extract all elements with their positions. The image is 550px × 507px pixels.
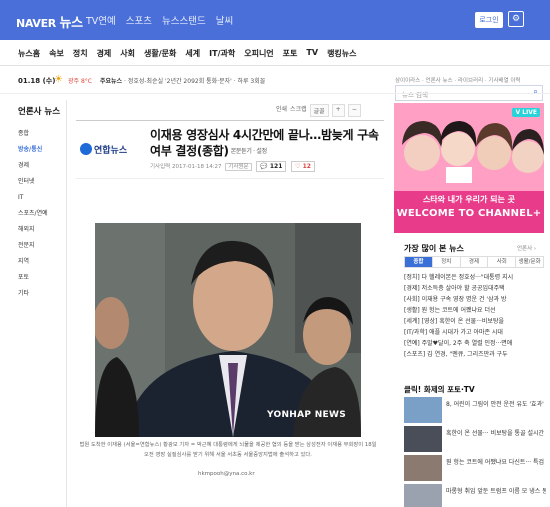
vlive-badge: V LIVE bbox=[512, 108, 540, 117]
nav-weather[interactable]: 날씨 bbox=[216, 13, 233, 27]
list-item[interactable]: [생활] 뭔 헝는 코트에 어쨌냐요 더선 bbox=[404, 305, 546, 316]
page: NAVER 뉴스 TV연예 스포츠 뉴스스탠드 날씨 로그인 ⚙ 뉴스홈 속보 … bbox=[0, 0, 550, 507]
sidebar-item[interactable]: 전문지 bbox=[18, 238, 66, 254]
original-link[interactable]: 기사원문 bbox=[225, 163, 252, 171]
nav-tv[interactable]: TV연예 bbox=[86, 13, 116, 27]
photo-item[interactable]: 마롱형 취임 앞둔 트럼프 이름 모 냉스 동장···'공범꺼리' 특강 bbox=[404, 484, 546, 507]
sidebar-item[interactable]: 해외지 bbox=[18, 222, 66, 238]
cat-it[interactable]: IT/과학 bbox=[209, 48, 235, 59]
cat-life[interactable]: 생활/문화 bbox=[144, 48, 176, 59]
press-link[interactable]: 언론사 › bbox=[517, 244, 536, 252]
category-bar: 뉴스홈 속보 정치 경제 사회 생활/문화 세계 IT/과학 오피니언 포토 T… bbox=[0, 40, 550, 101]
print-button[interactable]: 인쇄 bbox=[276, 104, 287, 117]
ticker-date: 01.18 (수) bbox=[18, 77, 56, 85]
headline[interactable]: 주요뉴스 · 정호성-최순실 '2년간 2092회 통화·문자' · 하루 3회… bbox=[100, 76, 265, 85]
tab-economy[interactable]: 경제 bbox=[461, 257, 489, 267]
sidebar-item[interactable]: 기타 bbox=[18, 286, 66, 302]
ticker-links[interactable]: 삼이이라스 · 언론사 뉴스 · 라이브러리 · 기사배열 이력 bbox=[395, 76, 521, 84]
list-item[interactable]: [연예] 주말♥달이, 2주 축 열렬 인정···면애 bbox=[404, 338, 546, 349]
most-viewed-list: [정치] 다 헬레이본은 정호성···"대통령 지시 [경제] 저소득층 살아야… bbox=[404, 272, 546, 360]
divider bbox=[76, 178, 384, 179]
sidebar-item[interactable]: IT bbox=[18, 190, 66, 206]
cat-society[interactable]: 사회 bbox=[120, 48, 135, 59]
tab-life[interactable]: 생활/문화 bbox=[516, 257, 543, 267]
article-tools: 인쇄 스크랩 글꼴 + − bbox=[276, 104, 361, 117]
font-increase-button[interactable]: + bbox=[331, 104, 345, 117]
photo-item-title: 마롱형 취임 앞둔 트럼프 이름 모 냉스 동장···'공범꺼리' 특강 bbox=[446, 488, 546, 495]
sidebar-item[interactable]: 포토 bbox=[18, 270, 66, 286]
article-photo bbox=[95, 223, 361, 437]
scrap-button[interactable]: 스크랩 bbox=[290, 104, 307, 117]
press-logo-icon bbox=[80, 143, 92, 155]
sidebar-item[interactable]: 지역 bbox=[18, 254, 66, 270]
reporter-email[interactable]: hkmpooh@yna.co.kr bbox=[198, 471, 255, 477]
cat-photo[interactable]: 포토 bbox=[283, 48, 298, 59]
photo-item[interactable]: 뭔 헝는 코트에 어쨌냐요 다신트··· 특검 대면인, 헝 찰 bbox=[404, 455, 546, 481]
nav-newsstand[interactable]: 뉴스스탠드 bbox=[162, 13, 206, 27]
nav-sports[interactable]: 스포츠 bbox=[126, 13, 152, 27]
photo-thumbnail bbox=[404, 397, 442, 423]
photo-thumbnail bbox=[404, 455, 442, 481]
weather: 광주 8°C bbox=[68, 78, 92, 85]
cat-ranking[interactable]: 랭킹뉴스 bbox=[327, 48, 356, 59]
divider bbox=[66, 100, 67, 507]
list-item[interactable]: [스포츠] 김 연경, "멘큐, 그리즈만과 구두 bbox=[404, 349, 546, 360]
photo-item[interactable]: 8, 어린이 그림이 안전 운전 유도 '효과' bbox=[404, 397, 546, 423]
ad-cta: WELCOME TO CHANNEL+ bbox=[396, 208, 542, 219]
login-button[interactable]: 로그인 bbox=[475, 12, 503, 28]
list-item[interactable]: [경제] 저소득층 살아야 할 공공임대주택 bbox=[404, 283, 546, 294]
tab-politics[interactable]: 정치 bbox=[433, 257, 461, 267]
photo-caption: 법원 도착한 이재용 (서울=연합뉴스) 황광모 기자 = 박근혜 대통령에게 … bbox=[79, 442, 377, 458]
sidebar-item[interactable]: 스포츠/연예 bbox=[18, 206, 66, 222]
sun-icon: ☀ bbox=[54, 74, 63, 85]
font-button[interactable]: 글꼴 bbox=[309, 104, 329, 117]
gear-icon[interactable]: ⚙ bbox=[508, 11, 524, 27]
list-item[interactable]: [IT/과학] 애플 시대가 가고 아마존 시대 bbox=[404, 327, 546, 338]
photo-tv-heading: 클릭! 화제의 포토·TV bbox=[404, 385, 475, 394]
ad-banner[interactable]: V LIVE 스타와 내가 우리가 되는 곳 WELCOME TO CHANNE… bbox=[394, 103, 544, 233]
font-decrease-button[interactable]: − bbox=[347, 104, 361, 117]
list-item[interactable]: [정치] 다 헬레이본은 정호성···"대통령 지시 bbox=[404, 272, 546, 283]
press-logo[interactable]: 연합뉴스 bbox=[80, 143, 127, 156]
photo-item-title: 혹한이 온 선물··· 비보탕을 통골 설시간 촬영 bbox=[446, 430, 546, 437]
sidebar-title: 언론사 뉴스 bbox=[18, 107, 61, 117]
article-meta: 기사입력 2017-01-18 14:27 기사원문 💬 121 ♡ 12 bbox=[150, 161, 315, 172]
sidebar-item[interactable]: 경제 bbox=[18, 158, 66, 174]
most-viewed-tabs: 종합 정치 경제 사회 생활/문화 bbox=[404, 256, 544, 268]
photo-item-title: 뭔 헝는 코트에 어쨌냐요 다신트··· 특검 대면인, 헝 찰 bbox=[446, 459, 546, 466]
cat-economy[interactable]: 경제 bbox=[97, 48, 112, 59]
cat-home[interactable]: 뉴스홈 bbox=[18, 48, 40, 59]
cat-world[interactable]: 세계 bbox=[185, 48, 200, 59]
watermark: YONHAP NEWS bbox=[267, 410, 346, 420]
list-item[interactable]: [세계] [영상] 혹한이 온 선물···비보탕을 bbox=[404, 316, 546, 327]
photo-item-title: 8, 어린이 그림이 안전 운전 유도 '효과' bbox=[446, 401, 544, 408]
article-title: 이재용 영장심사 4시간만에 끝나…밤늦게 구속여부 결정(종합) 본문듣기 · … bbox=[150, 128, 379, 160]
top-nav: TV연예 스포츠 뉴스스탠드 날씨 bbox=[86, 13, 233, 27]
comment-count[interactable]: 💬 121 bbox=[256, 161, 287, 172]
cat-breaking[interactable]: 속보 bbox=[49, 48, 64, 59]
sidebar-item[interactable]: 방송/통신 bbox=[18, 142, 66, 158]
news-ticker: 01.18 (수) ☀ 광주 8°C 주요뉴스 · 정호성-최순실 '2년간 2… bbox=[0, 66, 550, 94]
ad-tagline: 스타와 내가 우리가 되는 곳 bbox=[422, 195, 516, 204]
tts-settings[interactable]: 본문듣기 · 설정 bbox=[231, 144, 267, 160]
naver-logo[interactable]: NAVER 뉴스 bbox=[16, 12, 83, 31]
photo-thumbnail bbox=[404, 484, 442, 507]
tab-all[interactable]: 종합 bbox=[405, 257, 433, 267]
cat-politics[interactable]: 정치 bbox=[73, 48, 88, 59]
photo-item[interactable]: 혹한이 온 선물··· 비보탕을 통골 설시간 촬영 bbox=[404, 426, 546, 452]
cat-opinion[interactable]: 오피니언 bbox=[244, 48, 273, 59]
sidebar-item[interactable]: 종합 bbox=[18, 126, 66, 142]
left-sidebar: 언론사 뉴스 종합 방송/통신 경제 인터넷 IT 스포츠/연예 해외지 전문지… bbox=[18, 105, 66, 302]
divider bbox=[76, 120, 384, 121]
top-bar: NAVER 뉴스 TV연예 스포츠 뉴스스탠드 날씨 로그인 ⚙ bbox=[0, 0, 550, 40]
like-count[interactable]: ♡ 12 bbox=[291, 161, 315, 172]
photo-thumbnail bbox=[404, 426, 442, 452]
list-item[interactable]: [사회] 이재용 구속 영장 명운 건 '삼과 방 bbox=[404, 294, 546, 305]
sidebar-item[interactable]: 인터넷 bbox=[18, 174, 66, 190]
most-viewed-heading: 가장 많이 본 뉴스 bbox=[404, 244, 464, 253]
tab-society[interactable]: 사회 bbox=[488, 257, 517, 267]
cat-tv[interactable]: TV bbox=[306, 48, 318, 59]
